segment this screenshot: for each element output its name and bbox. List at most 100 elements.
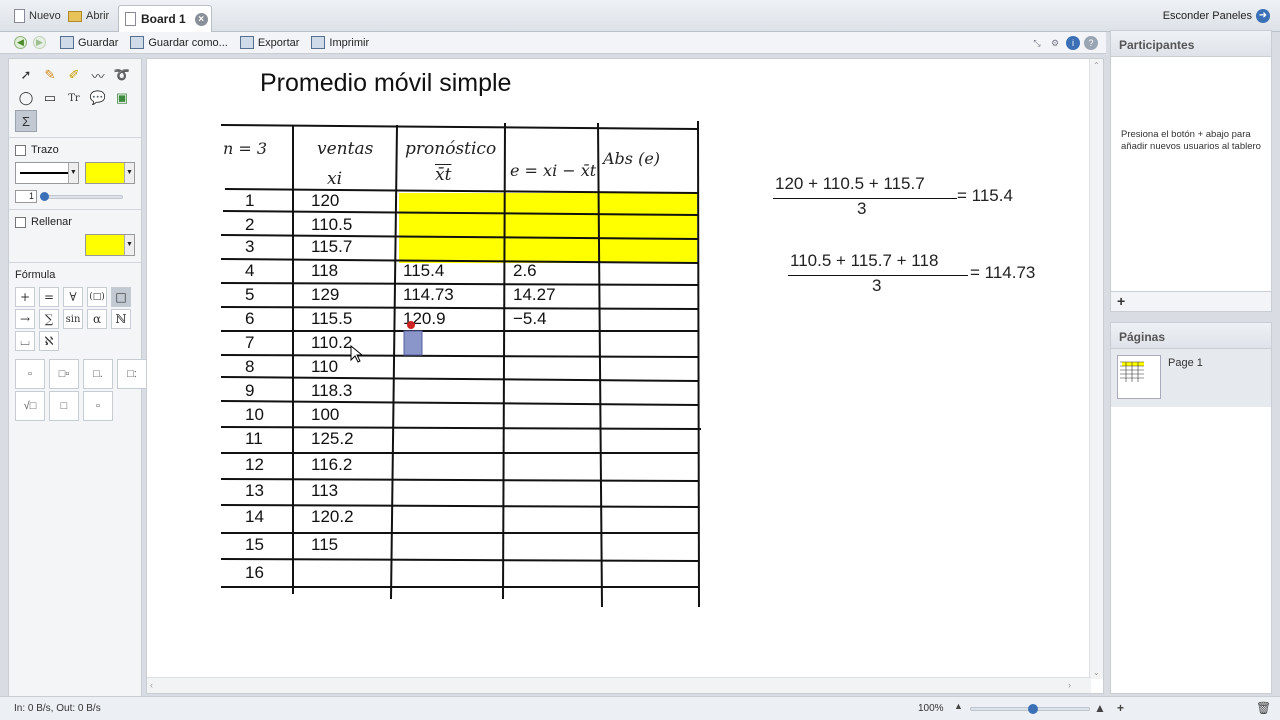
formula-plus-button[interactable]: + [15,287,35,307]
export-button[interactable]: Exportar [239,36,299,49]
horizontal-scrollbar[interactable]: ‹ › [147,677,1091,693]
scroll-right-icon[interactable]: › [1068,680,1071,690]
formula-aleph-button[interactable]: ℵ [39,331,59,351]
sales-value: 115.7 [311,237,353,256]
stroke-width-value[interactable]: 1 [15,190,37,203]
new-board-button[interactable]: Nuevo [14,6,61,26]
scroll-left-icon[interactable]: ‹ [150,680,153,690]
formula-naturals-button[interactable]: ℕ [111,309,131,329]
sales-value: 100 [311,405,340,424]
pages-panel: Páginas Page 1 [1110,322,1272,694]
board-canvas[interactable]: Promedio móvil simple n = 3 ventas xi pr… [146,58,1104,694]
sub-superscript-template-icon[interactable]: □: [117,359,147,389]
toolbar-right-icons: ⤡ ⚙ i ? [1030,36,1098,50]
fraction-template-icon[interactable]: ▫ [15,359,45,389]
sales-value: 110 [311,357,339,376]
open-board-button[interactable]: Abrir [68,6,109,26]
add-page-button[interactable]: + [1117,701,1124,715]
stroke-width-slider[interactable] [40,191,123,201]
formula-space-button[interactable]: ⌴ [15,331,35,351]
stroke-color-select[interactable]: ▼ [84,162,135,184]
ellipse-icon[interactable]: ◯ [15,87,37,109]
save-button[interactable]: Guardar [60,36,118,49]
formula-label: Fórmula [15,269,56,281]
formula-arrow-button[interactable]: → [15,309,35,329]
page-label: Page 1 [1168,357,1203,369]
participants-title: Participantes [1111,31,1271,57]
comment-icon[interactable]: 💬 [87,87,109,109]
highlighter-icon[interactable]: ✐ [63,64,85,86]
add-participant-button[interactable]: + [1111,291,1271,311]
vertical-scrollbar[interactable]: ⌃ ⌄ [1089,59,1103,679]
fill-label: Rellenar [31,216,72,228]
tab-board-1[interactable]: Board 1 × [118,5,212,32]
pencil-icon[interactable]: ✎ [39,64,61,86]
subscript-template-icon[interactable]: □. [83,359,113,389]
fill-section: Rellenar ▼ [9,209,141,262]
header-abs: Abs (e) [603,149,661,168]
stacked-template-icon[interactable]: □ [49,391,79,421]
page-list-item[interactable]: Page 1 [1111,349,1271,407]
sales-value: 120.2 [311,507,354,526]
zoom-slider-knob[interactable] [1028,704,1039,714]
network-status: In: 0 B/s, Out: 0 B/s [14,703,101,714]
back-icon[interactable]: ◀ [14,36,27,49]
zoom-in-icon[interactable]: ▲ [1094,701,1106,715]
square-root-template-icon[interactable]: √□ [15,391,45,421]
trash-icon[interactable]: 🗑 [1256,701,1271,715]
hide-panels-button[interactable]: Esconder Paneles ➜ [1163,9,1270,23]
fill-color-select[interactable]: ▼ [85,234,135,256]
slider-knob[interactable] [40,191,49,201]
formula-parens-button[interactable]: (□) [87,287,107,307]
fill-checkbox[interactable] [15,216,26,228]
zoom-slider[interactable] [970,704,1090,714]
text-icon[interactable]: Tr [63,87,85,109]
info-icon[interactable]: i [1066,36,1080,50]
print-button[interactable]: Imprimir [311,36,369,49]
formula-equals-button[interactable]: = [39,287,59,307]
sales-value: 116.2 [311,455,353,474]
scroll-up-icon[interactable]: ⌃ [1093,61,1100,70]
new-document-icon [14,9,25,23]
formula-forall-button[interactable]: ∀ [63,287,83,307]
row-number: 7 [245,333,255,352]
superscript-template-icon[interactable]: □▫ [49,359,79,389]
sales-value: 115.5 [311,309,353,328]
sales-value: 110.2 [311,333,353,352]
formula-sin-button[interactable]: sin [63,309,83,329]
zoom-out-icon[interactable]: ▲ [954,701,963,711]
formula-buttons: + = ∀ (□) □ → ∑ sin α ℕ ⌴ ℵ [15,287,135,351]
fullscreen-icon[interactable]: ⤡ [1030,36,1044,50]
status-bar: In: 0 B/s, Out: 0 B/s 100% ▲ ▲ + 🗑 [0,696,1280,720]
export-icon [239,36,254,49]
row-number: 16 [245,563,264,582]
row-number: 11 [245,429,263,448]
over-under-template-icon[interactable]: ▫ [83,391,113,421]
rectangle-icon[interactable]: ▭ [39,87,61,109]
folder-open-icon [68,10,82,22]
open-board-label: Abrir [86,10,110,22]
gear-icon[interactable]: ⚙ [1048,36,1062,50]
chevron-down-icon: ▼ [67,163,78,183]
row-number: 5 [245,285,255,304]
equation-1-numerator: 120 + 110.5 + 115.7 [775,174,925,193]
formula-tool-icon[interactable]: Σ [15,110,37,132]
image-icon[interactable]: ▣ [111,87,133,109]
stroke-checkbox[interactable] [15,144,26,156]
scroll-down-icon[interactable]: ⌄ [1093,668,1100,677]
forward-icon[interactable]: ▶ [33,36,46,49]
save-as-button[interactable]: Guardar como... [130,36,228,49]
tools-panel: ➚ ✎ ✐ 〰 ➰ ◯ ▭ Tr 💬 ▣ Σ Trazo ▼ ▼ 1 Relle… [8,58,147,710]
help-icon[interactable]: ? [1084,36,1098,50]
line-style-select[interactable]: ▼ [15,162,79,184]
formula-sum-button[interactable]: ∑ [39,309,59,329]
pointer-icon[interactable]: ➚ [15,64,37,86]
formula-box-button[interactable]: □ [111,287,131,307]
freehand-icon[interactable]: 〰 [87,64,109,86]
lasso-icon[interactable]: ➰ [111,64,133,86]
formula-alpha-button[interactable]: α [87,309,107,329]
drawing-tools: ➚ ✎ ✐ 〰 ➰ ◯ ▭ Tr 💬 ▣ Σ [9,59,141,137]
row-number: 14 [245,507,264,526]
close-tab-icon[interactable]: × [194,12,208,26]
sales-value: 125.2 [311,429,354,448]
